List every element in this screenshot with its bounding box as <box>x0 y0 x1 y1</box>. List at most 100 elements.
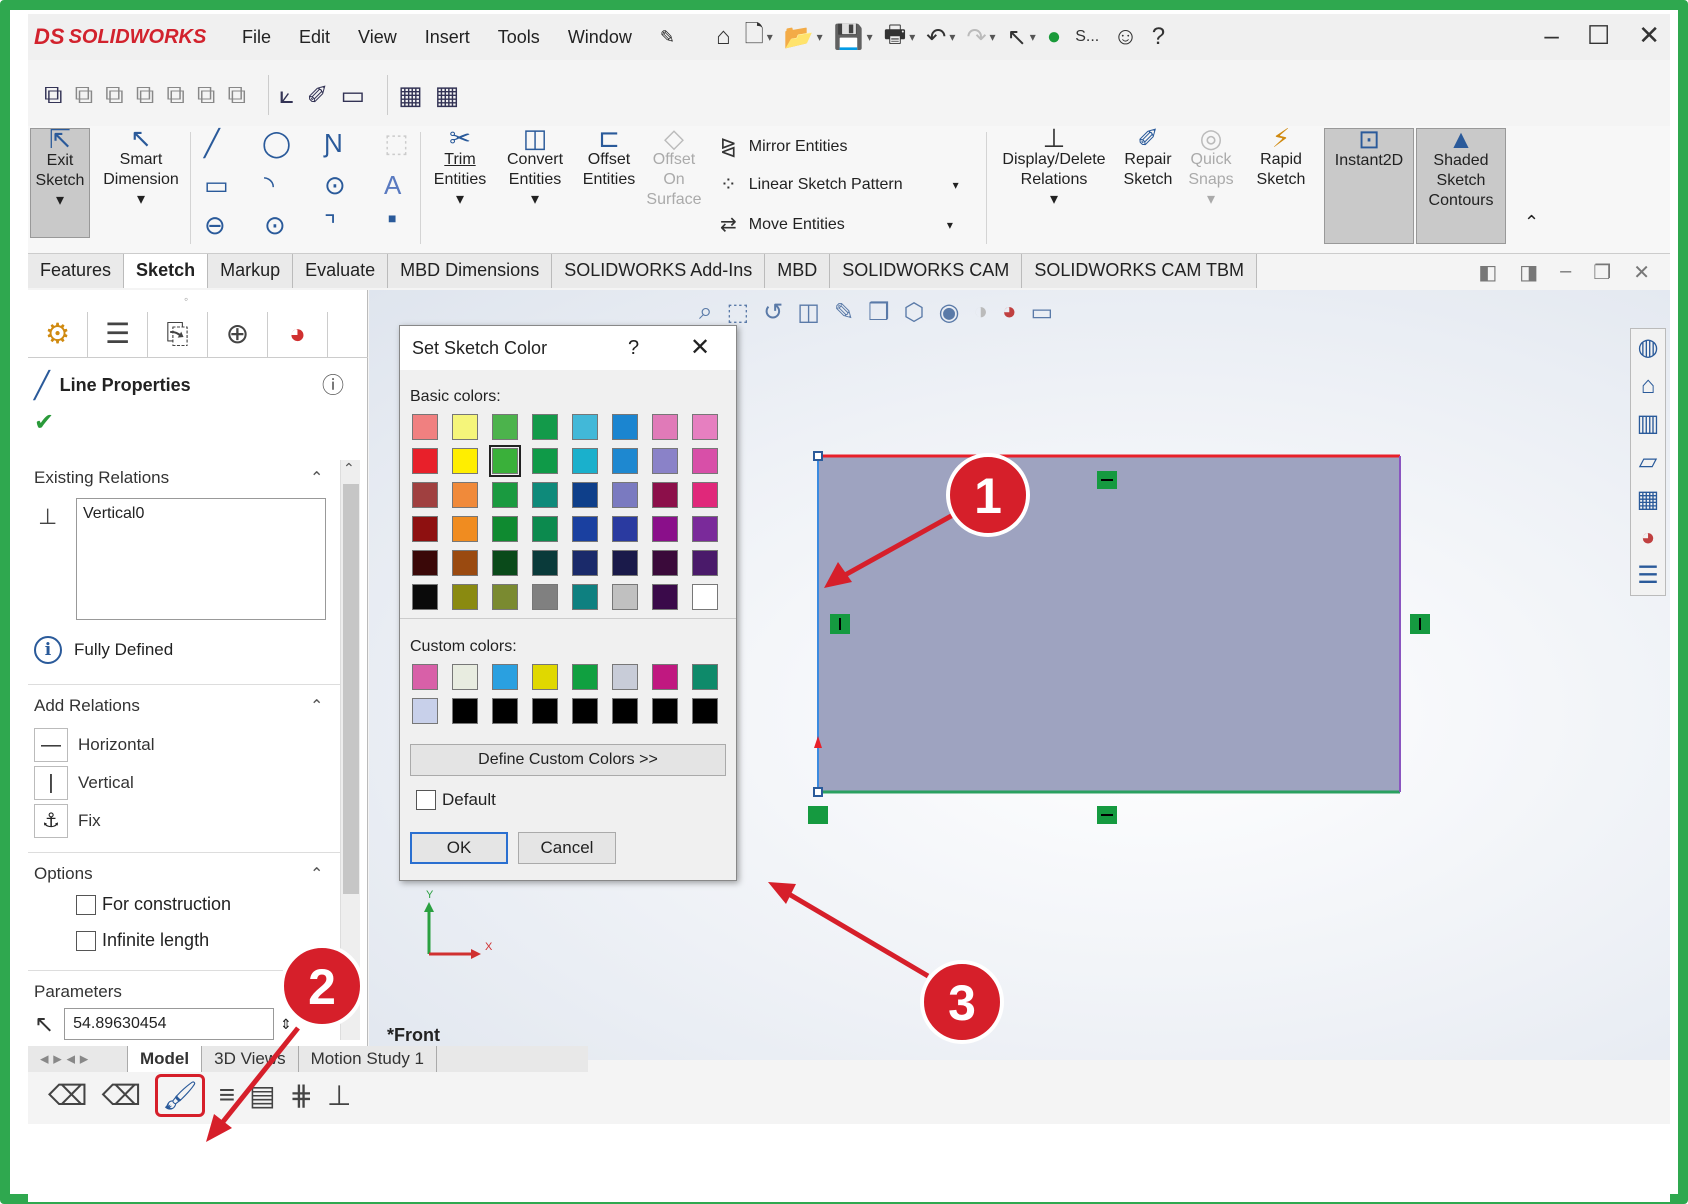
chevron-down-icon[interactable]: ▾ <box>949 30 955 44</box>
chevron-down-icon[interactable]: ▾ <box>909 30 915 44</box>
custom-properties-icon[interactable]: ☰ <box>1631 557 1665 595</box>
color-swatch[interactable] <box>692 550 718 576</box>
open-icon[interactable]: 📂 <box>784 23 814 52</box>
point-icon[interactable]: ⊙ <box>264 210 286 241</box>
tab-evaluate[interactable]: Evaluate <box>293 254 389 288</box>
dynamic-annotation-icon[interactable]: ✎ <box>834 298 854 327</box>
chevron-down-icon[interactable]: ▾ <box>990 30 996 44</box>
parameters-header[interactable]: Parameters <box>34 982 122 1002</box>
rectangle-icon[interactable]: ▭ <box>204 170 229 201</box>
color-swatch[interactable] <box>572 516 598 542</box>
undo-icon[interactable]: ↶ <box>926 23 946 52</box>
color-swatch[interactable] <box>532 448 558 474</box>
help-icon[interactable]: ⓘ <box>322 368 344 400</box>
offset-on-surface-button[interactable]: ◇ Offset On Surface <box>646 125 702 210</box>
minimize-icon[interactable]: – <box>1544 20 1558 51</box>
color-swatch[interactable] <box>412 448 438 474</box>
existing-relations-list[interactable]: Vertical0 <box>76 498 326 620</box>
tab-sketch[interactable]: Sketch <box>124 254 209 288</box>
color-swatch[interactable] <box>572 550 598 576</box>
color-swatch[interactable] <box>452 584 478 610</box>
collapse-icon[interactable]: ⌃ <box>310 468 323 488</box>
color-swatch[interactable] <box>572 414 598 440</box>
restore-icon[interactable]: ❐ <box>1593 260 1611 285</box>
color-swatch[interactable] <box>692 516 718 542</box>
chevron-down-icon[interactable]: ▾ <box>953 178 959 192</box>
menu-insert[interactable]: Insert <box>411 27 484 48</box>
color-swatch[interactable] <box>492 698 518 724</box>
mirror-entities-button[interactable]: ⧎ Mirror Entities <box>720 134 847 159</box>
line-icon[interactable]: ╱ <box>204 128 220 159</box>
smart-dimension-button[interactable]: ↖ Smart Dimension ▾ <box>98 125 184 210</box>
spin-icon[interactable]: ⇕ <box>280 1016 292 1033</box>
view-palette-icon[interactable]: ▦ <box>1631 481 1665 519</box>
layer-icon[interactable]: ⧉ <box>166 79 185 111</box>
color-swatch[interactable] <box>532 550 558 576</box>
color-swatch[interactable] <box>412 414 438 440</box>
color-swatch[interactable] <box>532 414 558 440</box>
tab-motion-study[interactable]: Motion Study 1 <box>299 1046 438 1072</box>
trim-entities-button[interactable]: ✂ Trim Entities ▾ <box>426 125 494 210</box>
color-swatch[interactable] <box>652 516 678 542</box>
chevron-down-icon[interactable]: ▾ <box>817 30 823 44</box>
pin-icon[interactable]: ✎ <box>646 27 689 48</box>
home-icon[interactable]: ⌂ <box>716 23 731 51</box>
block-insert-icon[interactable]: ▦ <box>435 80 460 111</box>
tab-features[interactable]: Features <box>28 254 125 288</box>
tab-model[interactable]: Model <box>128 1046 203 1072</box>
add-relations-header[interactable]: Add Relations <box>34 696 140 716</box>
color-swatch[interactable] <box>652 482 678 508</box>
tab-solidworks-cam[interactable]: SOLIDWORKS CAM <box>830 254 1023 288</box>
color-swatch[interactable] <box>572 664 598 690</box>
plane-icon[interactable]: ⬚ <box>384 128 409 159</box>
view-orientation-icon[interactable]: ❒ <box>868 298 890 327</box>
cancel-button[interactable]: Cancel <box>518 832 616 864</box>
circle-icon[interactable]: ◯ <box>262 128 291 159</box>
tab-solidworks-cam-tbm[interactable]: SOLIDWORKS CAM TBM <box>1022 254 1258 288</box>
scroll-up-icon[interactable]: ⌃ <box>343 460 355 477</box>
tab-nav-arrows[interactable]: ◂ ▸ ◂ ▸ <box>28 1046 128 1072</box>
color-swatch[interactable] <box>652 414 678 440</box>
solidworks-resources-icon[interactable]: ◍ <box>1631 329 1665 367</box>
menu-window[interactable]: Window <box>554 27 646 48</box>
copy-icon[interactable]: ⧉ <box>197 79 216 111</box>
color-swatch[interactable] <box>612 584 638 610</box>
color-swatch[interactable] <box>612 448 638 474</box>
color-swatch[interactable] <box>489 445 521 477</box>
color-swatch[interactable] <box>572 584 598 610</box>
color-swatch[interactable] <box>692 414 718 440</box>
color-swatch[interactable] <box>692 448 718 474</box>
color-swatch[interactable] <box>452 550 478 576</box>
color-swatch[interactable] <box>452 664 478 690</box>
for-construction-checkbox[interactable]: For construction <box>76 894 231 915</box>
display-manager-icon[interactable]: ◕ <box>268 312 328 357</box>
help-icon[interactable]: ? <box>1152 23 1165 51</box>
panel-scrollbar[interactable]: ⌃ <box>340 460 360 1040</box>
color-swatch[interactable] <box>612 698 638 724</box>
chevron-down-icon[interactable]: ▾ <box>947 218 953 232</box>
apply-scene-icon[interactable]: ◕ <box>1002 298 1017 327</box>
search-commands[interactable]: S... <box>1075 28 1099 46</box>
ok-button[interactable]: OK <box>410 832 508 864</box>
eraser-icon[interactable]: ⌫ <box>48 1079 88 1112</box>
traffic-light-icon[interactable]: ● <box>1047 23 1062 51</box>
save-icon[interactable]: 💾 <box>834 23 864 52</box>
color-swatch[interactable] <box>412 516 438 542</box>
color-swatch[interactable] <box>612 414 638 440</box>
menu-file[interactable]: File <box>228 27 285 48</box>
define-custom-colors-button[interactable]: Define Custom Colors >> <box>410 744 726 776</box>
exit-sketch-button[interactable]: ⇱ Exit Sketch ▾ <box>30 126 90 238</box>
color-swatch[interactable] <box>452 482 478 508</box>
instant2d-button[interactable]: ⊡ Instant2D <box>1324 126 1414 244</box>
menu-tools[interactable]: Tools <box>484 27 554 48</box>
add-vertical-relation[interactable]: | Vertical <box>34 766 134 800</box>
color-swatch[interactable] <box>612 550 638 576</box>
property-manager-icon[interactable]: ☰ <box>88 312 148 357</box>
color-swatch[interactable] <box>492 550 518 576</box>
quick-snaps-button[interactable]: ◎ Quick Snaps ▾ <box>1184 125 1238 210</box>
color-swatch[interactable] <box>692 584 718 610</box>
home-icon[interactable]: ⌂ <box>1631 367 1665 405</box>
block-icon[interactable]: ▦ <box>398 80 423 111</box>
color-swatch[interactable] <box>452 414 478 440</box>
zoom-to-fit-icon[interactable]: ⌕ <box>699 298 712 327</box>
